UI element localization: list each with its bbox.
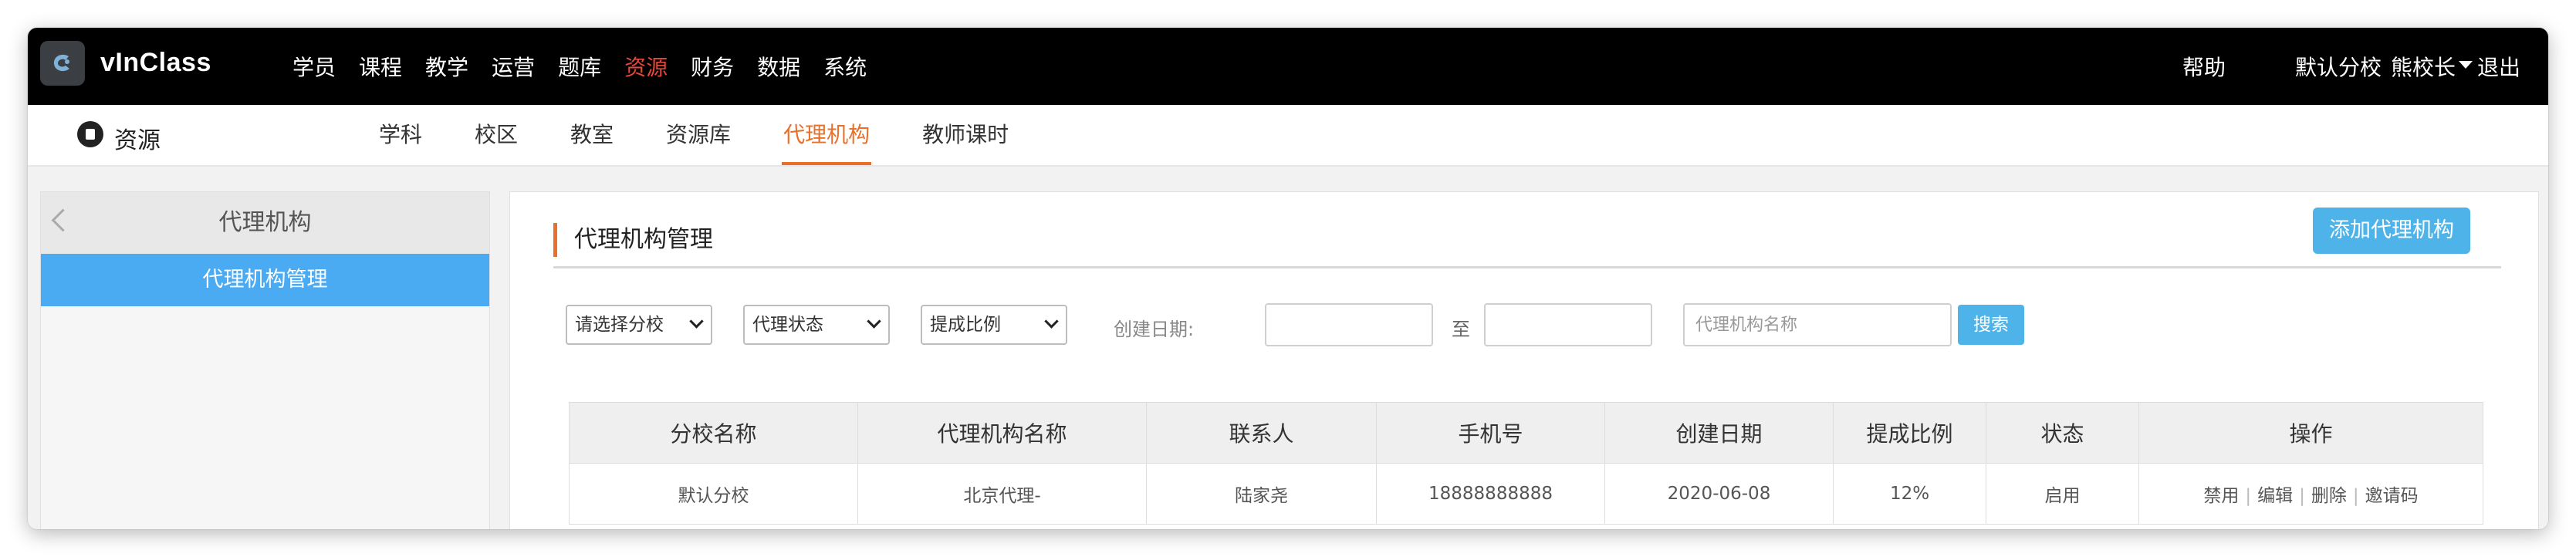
campus-switch[interactable]: 默认分校 <box>2295 51 2382 82</box>
table-header-row: 分校名称 代理机构名称 联系人 手机号 创建日期 提成比例 状态 操作 <box>569 402 2483 464</box>
caret-down-icon[interactable] <box>2458 61 2473 69</box>
cell-created: 2020-06-08 <box>1604 463 1834 525</box>
tab-teacher-hours[interactable]: 教师课时 <box>922 105 1009 165</box>
user-nav: 帮助 默认分校 熊校长 退出 <box>2173 51 2520 82</box>
col-header-created: 创建日期 <box>1604 402 1834 464</box>
invite-code-link[interactable]: 邀请码 <box>2365 486 2419 506</box>
nav-item-question-bank[interactable]: 题库 <box>558 51 601 82</box>
tab-subject[interactable]: 学科 <box>379 105 422 165</box>
action-separator: | <box>2299 486 2305 506</box>
chevron-down-icon <box>1044 314 1059 329</box>
nav-item-system[interactable]: 系统 <box>823 51 867 82</box>
main-panel: 代理机构管理 添加代理机构 请选择分校 代理状态 提成比例 创建日期: 至 搜索 <box>509 191 2539 529</box>
sub-tabs: 学科 校区 教室 资源库 代理机构 教师课时 <box>379 105 1061 165</box>
brand-name[interactable]: vInClass <box>100 48 211 78</box>
ratio-select[interactable]: 提成比例 <box>921 305 1067 345</box>
cell-actions: 禁用 | 编辑 | 删除 | 邀请码 <box>2138 463 2483 525</box>
action-separator: | <box>2245 486 2252 506</box>
campus-select-value: 请选择分校 <box>575 315 664 335</box>
sub-nav-bar: 资源 学科 校区 教室 资源库 代理机构 教师课时 <box>28 105 2548 167</box>
cell-campus: 默认分校 <box>569 463 858 525</box>
col-header-actions: 操作 <box>2138 402 2483 464</box>
tab-classroom[interactable]: 教室 <box>570 105 614 165</box>
cell-phone: 18888888888 <box>1376 463 1605 525</box>
cell-ratio: 12% <box>1833 463 1986 525</box>
cell-agency: 北京代理- <box>857 463 1147 525</box>
date-to-label: 至 <box>1452 319 1470 340</box>
nav-item-operations[interactable]: 运营 <box>492 51 535 82</box>
sidebar-title: 代理机构 <box>218 209 312 236</box>
page-title: 代理机构管理 <box>553 223 713 257</box>
module-title: 资源 <box>114 127 161 154</box>
campus-select[interactable]: 请选择分校 <box>566 305 712 345</box>
nav-item-finance[interactable]: 财务 <box>691 51 734 82</box>
sidebar-header: 代理机构 <box>41 192 489 254</box>
create-date-label: 创建日期: <box>1114 319 1195 340</box>
date-from-input[interactable] <box>1265 303 1433 346</box>
tab-agency[interactable]: 代理机构 <box>782 105 872 165</box>
tab-campus[interactable]: 校区 <box>475 105 518 165</box>
user-menu[interactable]: 熊校长 <box>2391 51 2456 82</box>
table-row: 默认分校 北京代理- 陆家尧 18888888888 2020-06-08 12… <box>569 463 2483 525</box>
back-chevron-icon[interactable] <box>51 208 75 232</box>
help-link[interactable]: 帮助 <box>2182 51 2226 82</box>
top-bar: vInClass 学员 课程 教学 运营 题库 资源 财务 数据 系统 帮助 默… <box>28 28 2548 105</box>
sidebar: 代理机构 代理机构管理 <box>40 191 490 529</box>
ratio-select-value: 提成比例 <box>930 315 1001 335</box>
agency-table: 分校名称 代理机构名称 联系人 手机号 创建日期 提成比例 状态 操作 默认分校… <box>569 402 2483 525</box>
tab-resource-library[interactable]: 资源库 <box>666 105 731 165</box>
logout-link[interactable]: 退出 <box>2477 51 2520 82</box>
status-select-value: 代理状态 <box>752 315 823 335</box>
logo-icon[interactable] <box>40 41 85 86</box>
edit-link[interactable]: 编辑 <box>2257 486 2293 506</box>
chevron-down-icon <box>689 314 704 329</box>
date-to-input[interactable] <box>1484 303 1652 346</box>
cell-status: 启用 <box>1986 463 2139 525</box>
nav-item-resources[interactable]: 资源 <box>624 51 668 82</box>
module-resource-icon <box>77 121 103 147</box>
agency-name-input[interactable] <box>1683 303 1952 346</box>
nav-item-data[interactable]: 数据 <box>757 51 800 82</box>
col-header-contact: 联系人 <box>1146 402 1377 464</box>
col-header-ratio: 提成比例 <box>1833 402 1986 464</box>
nav-item-students[interactable]: 学员 <box>292 51 336 82</box>
disable-link[interactable]: 禁用 <box>2203 486 2239 506</box>
chevron-down-icon <box>867 314 881 329</box>
sidebar-item-agency-management[interactable]: 代理机构管理 <box>41 254 489 306</box>
main-nav: 学员 课程 教学 运营 题库 资源 财务 数据 系统 <box>292 51 890 82</box>
action-separator: | <box>2352 486 2359 506</box>
add-agency-button[interactable]: 添加代理机构 <box>2313 208 2470 254</box>
delete-link[interactable]: 删除 <box>2311 486 2347 506</box>
col-header-status: 状态 <box>1986 402 2139 464</box>
status-select[interactable]: 代理状态 <box>743 305 890 345</box>
col-header-campus: 分校名称 <box>569 402 858 464</box>
nav-item-teaching[interactable]: 教学 <box>425 51 468 82</box>
col-header-phone: 手机号 <box>1376 402 1605 464</box>
cell-contact: 陆家尧 <box>1146 463 1377 525</box>
app-window: vInClass 学员 课程 教学 运营 题库 资源 财务 数据 系统 帮助 默… <box>28 28 2548 529</box>
nav-item-courses[interactable]: 课程 <box>359 51 402 82</box>
col-header-agency: 代理机构名称 <box>857 402 1147 464</box>
title-divider <box>553 266 2501 268</box>
search-button[interactable]: 搜索 <box>1958 305 2024 345</box>
